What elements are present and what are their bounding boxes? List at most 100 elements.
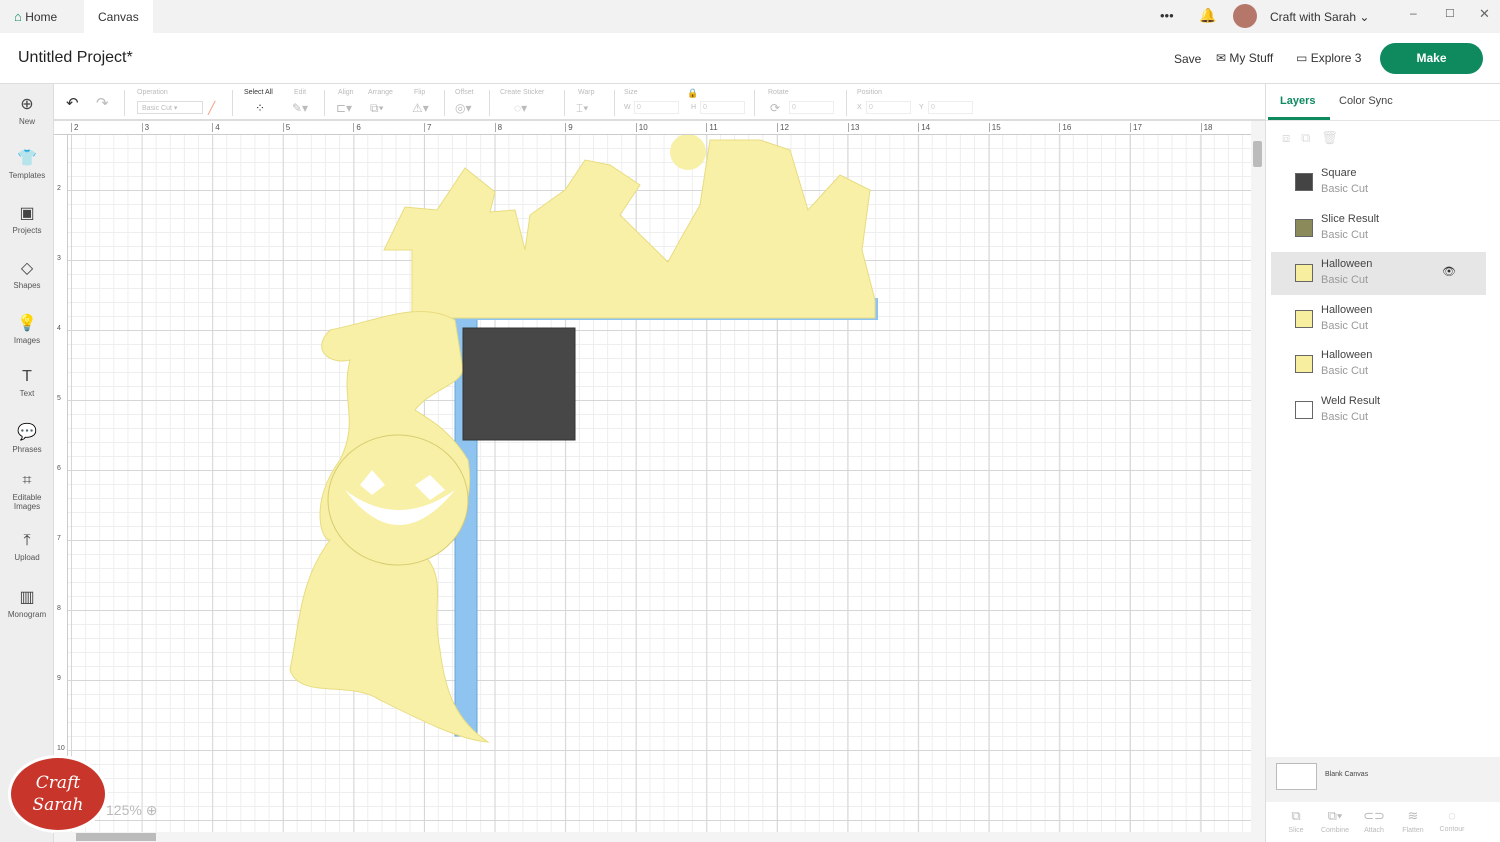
shapes-icon: ◇ [20,260,34,277]
warp-button[interactable]: ⌶▾ [576,101,588,116]
undo-button[interactable]: ↶ [66,94,79,112]
layer-item[interactable]: Square Basic Cut [1271,161,1486,204]
more-button[interactable]: ••• [1160,8,1174,23]
create-sticker-label: Create Sticker [500,89,545,96]
group-icon[interactable]: ⧈ ⧉ 🗑 [1282,130,1338,146]
layer-item[interactable]: Slice Result Basic Cut [1271,207,1486,250]
sidebar-item-new[interactable]: ⊕ New [0,94,54,126]
lock-icon[interactable]: 🔒 [687,88,698,99]
layer-thumbnail [1295,218,1313,237]
sidebar-item-shapes[interactable]: ◇ Shapes [0,258,54,290]
account-menu[interactable]: Craft with Sarah ⌄ [1270,10,1369,24]
canvas-swatch[interactable] [1276,763,1317,790]
ruler-tick-label: 10 [635,123,648,132]
eye-icon[interactable]: 👁 [1442,265,1456,278]
redo-button[interactable]: ↷ [96,94,109,112]
machine-button[interactable]: ▭ Explore 3 [1296,51,1361,65]
edit-label: Edit [294,89,307,96]
sidebar-item-text[interactable]: T Text [0,368,54,398]
user-name: Craft with Sarah [1270,10,1357,24]
width-input[interactable]: 0 [634,101,679,114]
create-sticker-button[interactable]: ◌▾ [514,101,527,115]
select-all-button[interactable]: ⁘ [255,101,265,115]
zoom-value: 125% [106,802,142,818]
horizontal-scrollbar[interactable] [54,832,1265,842]
ruler-tick-label: 5 [57,395,61,402]
zoom-level[interactable]: 125% ⊕ [106,802,157,819]
avatar[interactable] [1233,4,1257,28]
action-label: Contour [1439,826,1465,833]
scroll-thumb[interactable] [76,833,156,841]
my-stuff-button[interactable]: ✉ My Stuff [1216,51,1273,65]
vertical-scrollbar[interactable] [1251,121,1265,832]
sidebar-item-monogram[interactable]: ▥ Monogram [0,587,54,619]
flip-button[interactable]: ⚠▾ [412,101,429,115]
save-button[interactable]: Save [1174,52,1201,66]
sidebar-item-images[interactable]: 💡 Images [0,313,54,345]
ruler-tick-label: 14 [918,123,930,132]
action-label: Combine [1320,827,1349,834]
ruler-tick-label: 2 [57,185,61,192]
scroll-thumb[interactable] [1253,141,1262,167]
maximize-button[interactable]: ☐ [1445,7,1455,20]
minimize-button[interactable]: – [1410,6,1417,20]
layer-thumbnail [1295,355,1313,373]
height-input[interactable]: 0 [700,101,745,114]
sidebar-item-projects[interactable]: ▣ Projects [0,203,54,235]
y-input[interactable]: 0 [928,101,973,114]
ruler-tick-label: 17 [1130,123,1142,132]
speech-bubble-icon: 💬 [17,424,37,441]
sidebar-item-upload[interactable]: ⤒ Upload [0,532,54,562]
tab-canvas[interactable]: Canvas [84,0,153,33]
plus-icon: ⊕ [20,96,34,113]
layer-item[interactable]: Weld Result Basic Cut [1271,389,1486,432]
canvas-artwork [289,135,878,743]
action-combine-button[interactable]: ⧉▾ Combine [1315,808,1355,834]
sidebar-label: Projects [12,226,42,235]
layer-name: Halloween [1321,349,1373,361]
tab-home[interactable]: ⌂ Home [0,0,71,33]
layer-thumbnail [1295,400,1313,419]
action-flatten-button[interactable]: ≋ Flatten [1393,808,1433,834]
layer-operation: Basic Cut [1321,319,1369,332]
layer-item[interactable]: Halloween Basic Cut 👁 [1271,252,1486,295]
pen-color-icon[interactable]: ╱ [208,101,215,115]
chevron-down-icon: ⌄ [1359,10,1370,24]
design-canvas[interactable]: 125% ⊕ Craft Sarah [8,135,1251,833]
sidebar-item-templates[interactable]: 👕 Templates [0,148,54,180]
upload-icon: ⤒ [23,532,31,549]
sidebar-label: Upload [14,553,40,562]
ruler-tick-label: 11 [706,123,718,132]
offset-button[interactable]: ◎▾ [455,101,472,115]
ruler-tick-label: 3 [141,123,149,132]
layer-thumbnail [1295,309,1313,328]
layer-item[interactable]: Halloween Basic Cut [1271,343,1486,386]
align-button[interactable]: ⊏▾ [336,101,352,115]
arrange-button[interactable]: ⧉▾ [370,101,384,116]
layer-item[interactable]: Halloween Basic Cut [1271,298,1486,341]
rotate-input[interactable]: 0 [789,101,834,114]
make-button[interactable]: Make [1380,43,1483,74]
sidebar-item-editable-images[interactable]: ⌗ Editable Images [0,472,54,511]
tab-layers[interactable]: Layers [1280,95,1315,107]
action-contour-button[interactable]: ◌ Contour [1432,808,1472,833]
operation-select[interactable]: Basic Cut ▾ [137,101,203,114]
sidebar-item-phrases[interactable]: 💬 Phrases [0,422,54,454]
blank-canvas-row[interactable]: Blank Canvas [1266,757,1500,802]
tab-color-sync[interactable]: Color Sync [1339,95,1393,107]
watermark-logo: Craft Sarah [8,755,108,833]
edit-button[interactable]: ✎▾ [292,101,308,115]
x-input[interactable]: 0 [866,101,911,114]
ruler-tick-label: 9 [57,675,61,682]
close-button[interactable]: ✕ [1479,6,1490,22]
bell-icon[interactable]: 🔔 [1199,7,1216,24]
sidebar-label: Monogram [7,610,47,619]
square-shape[interactable] [462,327,576,441]
action-attach-button[interactable]: ⊂⊃ Attach [1354,808,1394,834]
haunted-houses-shape[interactable] [383,139,876,319]
sidebar-label: Phrases [12,445,42,454]
action-slice-button[interactable]: ⧉ Slice [1276,808,1316,834]
project-title[interactable]: Untitled Project* [18,49,133,67]
mail-icon: ✉ [1216,51,1227,65]
zoom-in-icon[interactable]: ⊕ [146,802,158,818]
